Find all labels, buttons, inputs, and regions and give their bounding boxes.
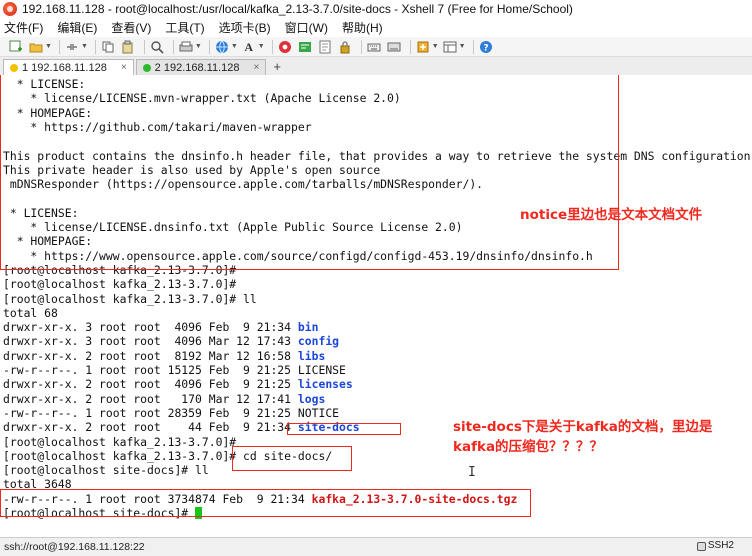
session-tab-1[interactable]: 1 192.168.11.128 × [3,59,134,75]
window-title: 192.168.11.128 - root@localhost:/usr/loc… [22,2,573,16]
terminal-filename: logs [297,391,326,406]
new-session-icon[interactable] [8,39,24,55]
menu-help[interactable]: 帮助(H) [342,19,383,36]
title-bar: 192.168.11.128 - root@localhost:/usr/loc… [0,0,752,18]
site-docs-annotation: site-docs下是关于kafka的文档，里边是 kafka的压缩包？？？？ [453,419,713,455]
session-tab-label: 1 192.168.11.128 [22,61,107,74]
open-folder-icon[interactable] [28,39,44,55]
secure-lock-icon [697,542,706,551]
cd-command-highlight-box [232,446,352,471]
toolbar-divider [409,39,411,54]
find-icon[interactable] [149,39,165,55]
menu-tab[interactable]: 选项卡(B) [219,19,271,36]
connection-address: ssh://root@192.168.11.128:22 [4,541,145,553]
help-icon[interactable]: ? [478,39,494,55]
terminal-line: [root@localhost kafka_2.13-3.7.0]# [3,435,236,449]
chevron-down-icon[interactable]: ▼ [231,43,238,50]
terminal-line: -rw-r--r--. 1 root root 15125 Feb 9 21:2… [3,363,346,377]
xshell-app-icon [3,2,17,16]
compose-icon[interactable] [297,39,313,55]
toolbar-divider [271,39,273,54]
protocol-label: SSH2 [707,540,734,551]
toolbar-divider [472,39,474,54]
terminal-line: drwxr-xr-x. 2 root root 4096 Feb 9 21:25… [3,377,353,391]
disconnect-icon[interactable] [64,39,80,55]
terminal-filename: libs [297,348,326,363]
terminal-text: drwxr-xr-x. 2 root root 44 Feb 9 21:34 [3,420,298,435]
terminal-output[interactable]: * LICENSE: * license/LICENSE.mvn-wrapper… [0,75,752,537]
terminal-line: [root@localhost kafka_2.13-3.7.0]# [3,277,236,291]
session-status-dot [142,63,151,72]
terminal-line: total 68 [3,306,58,320]
menu-tools[interactable]: 工具(T) [165,19,204,36]
terminal-text: -rw-r--r--. 1 root root 28359 Feb 9 21:2… [3,405,340,420]
paste-icon[interactable] [120,39,136,55]
toolbar-divider [172,39,174,54]
menu-edit[interactable]: 编辑(E) [57,19,97,36]
svg-text:?: ? [483,43,488,53]
menu-window[interactable]: 窗口(W) [285,19,328,36]
properties-icon[interactable] [415,39,431,55]
close-icon[interactable]: × [121,62,127,73]
site-docs-highlight-box [287,423,401,435]
session-status-dot [10,63,18,72]
chevron-down-icon[interactable]: ▼ [258,43,265,50]
terminal-line: drwxr-xr-x. 3 root root 4096 Feb 9 21:34… [3,320,318,334]
toolbar-divider [208,39,210,54]
toolbar-divider [360,39,362,54]
print-icon[interactable] [178,39,194,55]
toolbar-divider [94,39,96,54]
terminal-text: drwxr-xr-x. 2 root root 4096 Feb 9 21:25 [3,377,298,392]
terminal-line: drwxr-xr-x. 2 root root 8192 Mar 12 16:5… [3,349,325,363]
menu-bar: 文件(F) 编辑(E) 查看(V) 工具(T) 选项卡(B) 窗口(W) 帮助(… [0,18,752,37]
terminal-line: [root@localhost kafka_2.13-3.7.0]# ll [3,292,257,306]
menu-view[interactable]: 查看(V) [111,19,151,36]
terminal-text: [root@localhost site-docs]# ll [3,463,209,478]
status-bar: ssh://root@192.168.11.128:22 SSH2 [0,537,752,556]
terminal-filename: bin [297,320,319,335]
transfer-icon[interactable] [386,39,402,55]
terminal-text: drwxr-xr-x. 2 root root 170 Mar 12 17:41 [3,391,298,406]
session-tab-2[interactable]: 2 192.168.11.128 × [135,59,267,75]
terminal-line: -rw-r--r--. 1 root root 28359 Feb 9 21:2… [3,406,339,420]
xftp-icon[interactable] [277,39,293,55]
copy-icon[interactable] [100,39,116,55]
terminal-line: drwxr-xr-x. 3 root root 4096 Mar 12 17:4… [3,334,339,348]
terminal-text: [root@localhost kafka_2.13-3.7.0]# [3,434,237,449]
terminal-text: [root@localhost kafka_2.13-3.7.0]# [3,277,237,292]
lock-icon[interactable] [337,39,353,55]
menu-file[interactable]: 文件(F) [4,19,43,36]
session-tab-label: 2 192.168.11.128 [154,61,240,74]
chevron-down-icon[interactable]: ▼ [45,43,52,50]
terminal-text: drwxr-xr-x. 3 root root 4096 Mar 12 17:4… [3,334,298,349]
globe-icon[interactable] [214,39,230,55]
new-tab-button[interactable]: + [268,59,286,75]
terminal-filename: licenses [297,377,353,392]
chevron-down-icon[interactable]: ▼ [81,43,88,50]
terminal-filename: config [297,334,340,349]
font-icon[interactable]: A [241,39,257,55]
toolbar: ▼ ▼ ▼ ▼ A ▼ ▼ ▼ ? [0,37,752,57]
terminal-text: total 68 [3,305,58,320]
keyboard-icon[interactable] [366,39,382,55]
chevron-down-icon[interactable]: ▼ [195,43,202,50]
close-icon[interactable]: × [254,62,260,73]
notice-annotation: notice里边也是文本文档文件 [520,207,703,223]
chevron-down-icon[interactable]: ▼ [459,43,466,50]
terminal-text: -rw-r--r--. 1 root root 15125 Feb 9 21:2… [3,363,346,377]
script-icon[interactable] [317,39,333,55]
terminal-text: [root@localhost kafka_2.13-3.7.0]# ll [3,291,257,306]
chevron-down-icon[interactable]: ▼ [432,43,439,50]
terminal-text: drwxr-xr-x. 2 root root 8192 Mar 12 16:5… [3,348,298,363]
session-tab-bar: 1 192.168.11.128 × 2 192.168.11.128 × + [0,57,752,75]
tgz-highlight-box [0,489,531,517]
toolbar-divider [143,39,145,54]
terminal-line: drwxr-xr-x. 2 root root 170 Mar 12 17:41… [3,392,325,406]
terminal-text: drwxr-xr-x. 3 root root 4096 Feb 9 21:34 [3,320,298,335]
toolbar-divider [58,39,60,54]
mouse-ibeam-icon: I [468,465,476,480]
notice-highlight-box [0,75,619,270]
terminal-line: [root@localhost site-docs]# ll [3,463,209,477]
layout-icon[interactable] [442,39,458,55]
